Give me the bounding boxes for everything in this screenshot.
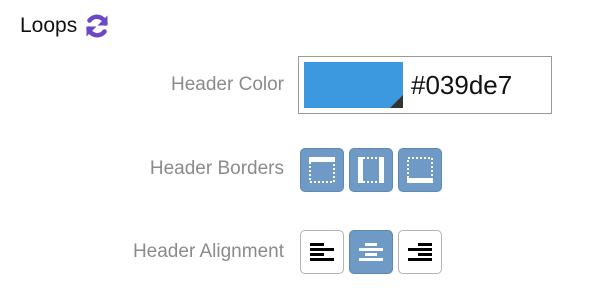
color-swatch[interactable]: [304, 62, 403, 108]
swatch-corner-indicator: [390, 95, 403, 108]
border-bottom-icon: [407, 157, 433, 183]
section-title-text: Loops: [20, 14, 78, 37]
align-center-button[interactable]: [349, 230, 393, 274]
align-center-icon: [359, 243, 383, 261]
header-color-input[interactable]: [411, 65, 547, 105]
header-borders-group: [300, 148, 442, 192]
header-alignment-label: Header Alignment: [132, 241, 284, 262]
align-left-icon: [310, 243, 334, 261]
align-right-icon: [408, 243, 432, 261]
align-left-button[interactable]: [300, 230, 344, 274]
border-top-button[interactable]: [300, 148, 344, 192]
refresh-icon[interactable]: [83, 12, 111, 40]
section-title: Loops: [20, 12, 111, 40]
border-sides-button[interactable]: [349, 148, 393, 192]
align-right-button[interactable]: [398, 230, 442, 274]
header-color-field[interactable]: [298, 56, 552, 114]
header-color-label: Header Color: [171, 74, 284, 95]
border-bottom-button[interactable]: [398, 148, 442, 192]
border-top-icon: [309, 157, 335, 183]
header-alignment-group: [300, 230, 442, 274]
border-sides-icon: [358, 157, 384, 183]
header-borders-label: Header Borders: [149, 158, 284, 179]
